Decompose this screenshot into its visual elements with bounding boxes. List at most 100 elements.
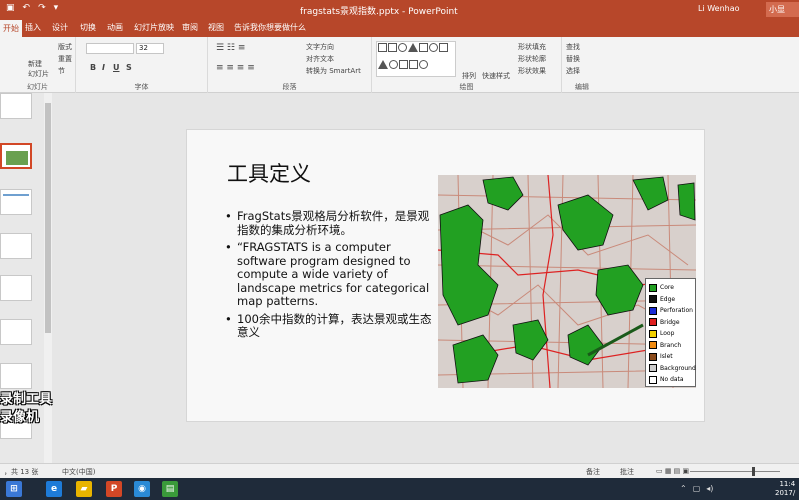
- oval-shape-icon[interactable]: [389, 59, 398, 69]
- browser-icon[interactable]: e: [46, 481, 62, 497]
- save-icon[interactable]: ▣: [6, 3, 15, 13]
- triangle-shape-icon[interactable]: [408, 43, 418, 52]
- layout-button[interactable]: 版式: [58, 42, 72, 52]
- slide-thumbnail[interactable]: [0, 363, 32, 389]
- oval-shape-icon[interactable]: [398, 43, 407, 52]
- customize-icon[interactable]: ▾: [54, 3, 59, 13]
- thumbnail-scroll-thumb[interactable]: [45, 103, 51, 333]
- bullet-item: 100余中指数的计算，表达景观或生态意义: [225, 312, 435, 340]
- align-icon[interactable]: ≡ ≡ ≡ ≡: [216, 63, 255, 73]
- app-icon[interactable]: ▤: [162, 481, 178, 497]
- app-icon[interactable]: ◉: [134, 481, 150, 497]
- file-explorer-icon[interactable]: ▰: [76, 481, 92, 497]
- network-icon[interactable]: ▢: [693, 484, 701, 493]
- tell-me-search[interactable]: 告诉我你想要做什么: [234, 22, 306, 33]
- legend-item: Edge: [649, 294, 692, 306]
- find-button[interactable]: 查找: [566, 42, 580, 52]
- volume-icon[interactable]: ◂): [706, 484, 713, 493]
- shape-fill-button[interactable]: 形状填充: [518, 42, 546, 52]
- slides-group-label: 幻灯片: [27, 83, 48, 91]
- legend-swatch: [649, 306, 657, 315]
- shape-effects-button[interactable]: 形状效果: [518, 66, 546, 76]
- clock-time: 11:4: [779, 480, 796, 488]
- rectangle-shape-icon[interactable]: [409, 59, 418, 69]
- arrange-button[interactable]: 排列: [462, 71, 476, 81]
- oval-shape-icon[interactable]: [429, 43, 438, 52]
- align-text-button[interactable]: 对齐文本: [306, 54, 334, 64]
- slide-thumbnail-selected[interactable]: [0, 143, 32, 169]
- bullets-icon[interactable]: ☰ ☷ ≡: [216, 43, 245, 53]
- legend-swatch: [649, 364, 657, 373]
- slide-thumbnail[interactable]: [0, 275, 32, 301]
- legend-swatch: [649, 283, 657, 292]
- redo-icon[interactable]: ↷: [38, 3, 46, 13]
- font-size-box[interactable]: 32: [136, 43, 164, 54]
- language-indicator[interactable]: 中文(中国): [62, 467, 95, 477]
- status-bar: ，共 13 张 中文(中国) 备注 批注 ▭ ▦ ▤ ▣: [0, 463, 799, 478]
- font-name-box[interactable]: [86, 43, 134, 54]
- legend-item: Branch: [649, 340, 692, 352]
- editing-group: 查找 替换 选择 编辑: [562, 37, 602, 93]
- landscape-map-image[interactable]: Core Edge Perforation Bridge Loop Branch…: [437, 174, 697, 389]
- select-button[interactable]: 选择: [566, 66, 580, 76]
- thumbnail-map-image: [6, 151, 28, 165]
- slide-thumbnail[interactable]: [0, 189, 32, 215]
- windows-start-icon[interactable]: ⊞: [6, 481, 22, 497]
- oval-shape-icon[interactable]: [419, 59, 428, 69]
- text-direction-button[interactable]: 文字方向: [306, 42, 334, 52]
- rectangle-shape-icon[interactable]: [388, 43, 397, 52]
- share-button[interactable]: 小显: [766, 2, 799, 17]
- shape-outline-button[interactable]: 形状轮廓: [518, 54, 546, 64]
- slide-thumbnail[interactable]: [0, 93, 32, 119]
- italic-button[interactable]: I: [102, 63, 105, 72]
- title-bar: ▣ ↶ ↷ ▾ fragstats景观指数.pptx - PowerPoint …: [0, 0, 799, 19]
- new-slide-button[interactable]: 新建 幻灯片: [28, 59, 49, 79]
- slide-thumbnail[interactable]: [0, 319, 32, 345]
- shadow-button[interactable]: S: [126, 63, 132, 72]
- tab-animations[interactable]: 动画: [107, 22, 123, 33]
- bold-button[interactable]: B: [90, 63, 96, 72]
- underline-button[interactable]: U: [113, 63, 120, 72]
- thumbnail-scrollbar[interactable]: [44, 93, 52, 463]
- legend-item: No data: [649, 374, 692, 386]
- slide-canvas[interactable]: 工具定义 FragStats景观格局分析软件，是景观指数的集成分析环境。 “FR…: [186, 129, 705, 422]
- bullet-list[interactable]: FragStats景观格局分析软件，是景观指数的集成分析环境。 “FRAGSTA…: [225, 209, 435, 344]
- rectangle-shape-icon[interactable]: [439, 43, 448, 52]
- tab-review[interactable]: 审阅: [182, 22, 198, 33]
- tray-icon[interactable]: ⌃: [680, 484, 687, 493]
- clock-date: 2017/: [775, 489, 796, 497]
- tab-view[interactable]: 视图: [208, 22, 224, 33]
- legend-item: Loop: [649, 328, 692, 340]
- triangle-shape-icon[interactable]: [378, 59, 388, 69]
- smartart-button[interactable]: 转换为 SmartArt: [306, 66, 361, 76]
- slide-counter: ，共 13 张: [4, 468, 39, 476]
- map-legend: Core Edge Perforation Bridge Loop Branch…: [645, 278, 696, 387]
- rectangle-shape-icon[interactable]: [419, 43, 428, 52]
- tab-slideshow[interactable]: 幻灯片放映: [134, 22, 174, 33]
- slide-title[interactable]: 工具定义: [227, 158, 311, 188]
- taskbar-clock[interactable]: 11:4 2017/: [775, 480, 795, 498]
- zoom-slider[interactable]: [690, 467, 780, 476]
- section-button[interactable]: 节: [58, 66, 65, 76]
- notes-button[interactable]: 备注: [586, 467, 600, 477]
- reset-button[interactable]: 重置: [58, 54, 72, 64]
- tab-insert[interactable]: 插入: [25, 22, 41, 33]
- shapes-gallery[interactable]: [376, 41, 456, 77]
- tab-design[interactable]: 设计: [52, 22, 68, 33]
- user-name[interactable]: Li Wenhao: [698, 4, 740, 13]
- legend-swatch: [649, 329, 657, 338]
- comments-button[interactable]: 批注: [620, 467, 634, 477]
- powerpoint-icon[interactable]: P: [106, 481, 122, 497]
- quick-styles-button[interactable]: 快速样式: [482, 71, 510, 81]
- legend-item: Background: [649, 363, 696, 375]
- tab-transitions[interactable]: 切换: [80, 22, 96, 33]
- slide-thumbnail[interactable]: [0, 233, 32, 259]
- tab-home[interactable]: 开始: [0, 20, 22, 37]
- drawing-group: 排列 快速样式 形状填充 形状轮廓 形状效果 绘图: [372, 37, 562, 93]
- zoom-slider-knob[interactable]: [752, 467, 755, 476]
- rectangle-shape-icon[interactable]: [399, 59, 408, 69]
- undo-icon[interactable]: ↶: [23, 3, 31, 13]
- rectangle-shape-icon[interactable]: [378, 43, 387, 52]
- replace-button[interactable]: 替换: [566, 54, 580, 64]
- normal-view-icon[interactable]: ▭ ▦ ▤ ▣: [656, 467, 689, 475]
